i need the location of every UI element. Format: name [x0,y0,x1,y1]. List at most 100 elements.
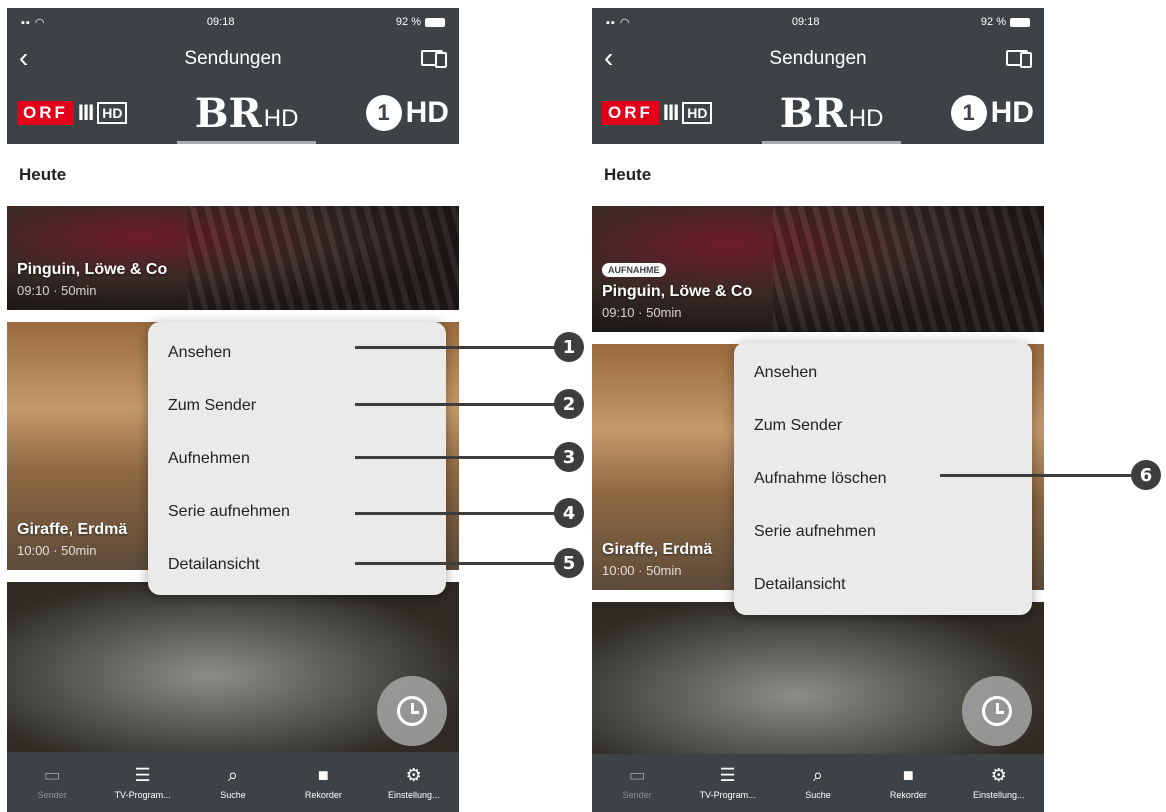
one-logo: 1 [365,95,402,131]
menu-item-ansehen[interactable]: Ansehen [148,326,446,379]
tv-icon: ▭ [628,765,646,785]
search-icon: ⌕ [227,765,239,785]
tab-suche[interactable]: ⌕ Suche [778,766,858,800]
list-icon: ☰ [719,765,736,785]
tab-einstellungen[interactable]: ⚙ Einstellung... [959,766,1039,800]
program-title: Pinguin, Löwe & Co [17,261,168,278]
battery-text: 92 % [980,16,1006,28]
back-icon[interactable]: ‹ [19,44,28,72]
battery-indicator: 92 % [396,16,445,28]
battery-icon [425,17,445,27]
orf-hd: HD [97,102,128,124]
program-title: Giraffe, Erdmä [602,541,713,558]
tab-suche[interactable]: ⌕ Suche [193,766,273,800]
br-hd: HD [848,105,884,132]
clock-fab-button[interactable] [962,676,1032,746]
recording-badge: AUFNAHME [602,263,666,277]
channel-orf3[interactable]: ORF III HD [17,91,128,135]
devices-icon[interactable] [421,50,447,68]
tab-sender[interactable]: ▭ Sender [12,766,92,800]
program-meta: 10:00 · 50min [17,543,97,558]
channel-orf3[interactable]: ORF III HD [602,91,713,135]
divider [7,310,459,322]
day-header: Heute [592,144,1044,206]
tab-sender[interactable]: ▭ Sender [597,766,677,800]
menu-item-ansehen[interactable]: Ansehen [734,346,1032,399]
tab-bar: ▭ Sender ☰ TV-Program... ⌕ Suche ■ Rekorder … [592,754,1044,812]
back-icon[interactable]: ‹ [604,44,613,72]
clock-fab-button[interactable] [377,676,447,746]
battery-indicator: 92 % [981,16,1030,28]
tab-label: TV-Program... [114,790,171,800]
program-meta: 09:10 · 50min [17,283,97,298]
program-info: AUFNAHME Pinguin, Löwe & Co 09:10 · 50mi… [602,260,752,320]
callout-badge-2: 2 [554,389,584,419]
program-info: Giraffe, Erdmä 10:00 · 50min [17,521,127,558]
status-bar: ▪▪ ◠ 09:18 92 % [7,8,459,36]
tab-label: Suche [220,790,246,800]
tab-label: Rekorder [304,790,342,800]
tab-tv-program[interactable]: ☰ TV-Program... [688,766,768,800]
phone-screen-right: ▪▪ ◠ 09:18 92 % ‹ Sendungen ORF III HD B… [592,8,1044,812]
br-logo: BR [779,89,847,137]
menu-item-serie-aufnehmen[interactable]: Serie aufnehmen [734,505,1032,558]
channel-br[interactable]: BR HD [761,89,902,144]
program-title: Giraffe, Erdmä [17,521,128,538]
program-card[interactable]: AUFNAHME Pinguin, Löwe & Co 09:10 · 50mi… [592,206,1044,332]
menu-item-detailansicht[interactable]: Detailansicht [734,558,1032,611]
callout-line [355,562,558,565]
battery-icon [1010,17,1030,27]
orf-hd: HD [682,102,713,124]
callout-line [355,512,558,515]
tab-rekorder[interactable]: ■ Rekorder [283,766,363,800]
br-logo: BR [194,89,262,137]
br-hd: HD [263,105,299,132]
tab-label: Suche [805,790,831,800]
nav-bar: ‹ Sendungen [592,36,1044,82]
orf-logo: ORF [17,101,74,125]
callout-line [940,474,1135,477]
signal-icon: ▪▪ ◠ [606,16,631,29]
callout-badge-4: 4 [554,498,584,528]
camera-icon: ■ [902,765,914,785]
program-title: Pinguin, Löwe & Co [602,283,753,300]
channel-one[interactable]: 1 HD [365,91,449,135]
callout-line [355,403,558,406]
menu-item-zum-sender[interactable]: Zum Sender [734,399,1032,452]
tab-rekorder[interactable]: ■ Rekorder [868,766,948,800]
page-title: Sendungen [769,48,867,69]
context-menu: Ansehen Zum Sender Aufnahme löschen Seri… [734,342,1032,615]
page-title: Sendungen [184,48,282,69]
devices-icon[interactable] [1006,50,1032,68]
signal-icon: ▪▪ ◠ [21,16,46,29]
tab-bar: ▭ Sender ☰ TV-Program... ⌕ Suche ■ Rekorder … [7,754,459,812]
menu-item-aufnahme-loeschen[interactable]: Aufnahme löschen [734,452,1032,505]
program-card[interactable]: Pinguin, Löwe & Co 09:10 · 50min [7,206,459,310]
orf-logo: ORF [602,101,659,125]
status-bar: ▪▪ ◠ 09:18 92 % [592,8,1044,36]
channel-one[interactable]: 1 HD [950,91,1034,135]
callout-badge-3: 3 [554,442,584,472]
gear-icon: ⚙ [405,765,422,785]
callout-line [355,456,558,459]
program-meta: 10:00 · 50min [602,563,682,578]
day-header: Heute [7,144,459,206]
camera-icon: ■ [317,765,329,785]
clock-icon [982,696,1012,726]
tab-einstellungen[interactable]: ⚙ Einstellung... [374,766,454,800]
channel-strip: ORF III HD BR HD 1 HD [7,82,459,144]
channel-br[interactable]: BR HD [176,89,317,144]
battery-text: 92 % [395,16,421,28]
one-hd: HD [990,96,1034,129]
list-icon: ☰ [134,765,151,785]
callout-badge-6: 6 [1131,460,1161,490]
callout-line [355,346,558,349]
gear-icon: ⚙ [990,765,1007,785]
status-time: 09:18 [791,16,820,28]
tv-icon: ▭ [43,765,61,785]
tab-label: TV-Program... [699,790,756,800]
comparison-stage: ▪▪ ◠ 09:18 92 % ‹ Sendungen ORF III HD B… [0,0,1166,812]
tab-tv-program[interactable]: ☰ TV-Program... [103,766,183,800]
clock-icon [397,696,427,726]
tab-label: Einstellung... [972,790,1025,800]
